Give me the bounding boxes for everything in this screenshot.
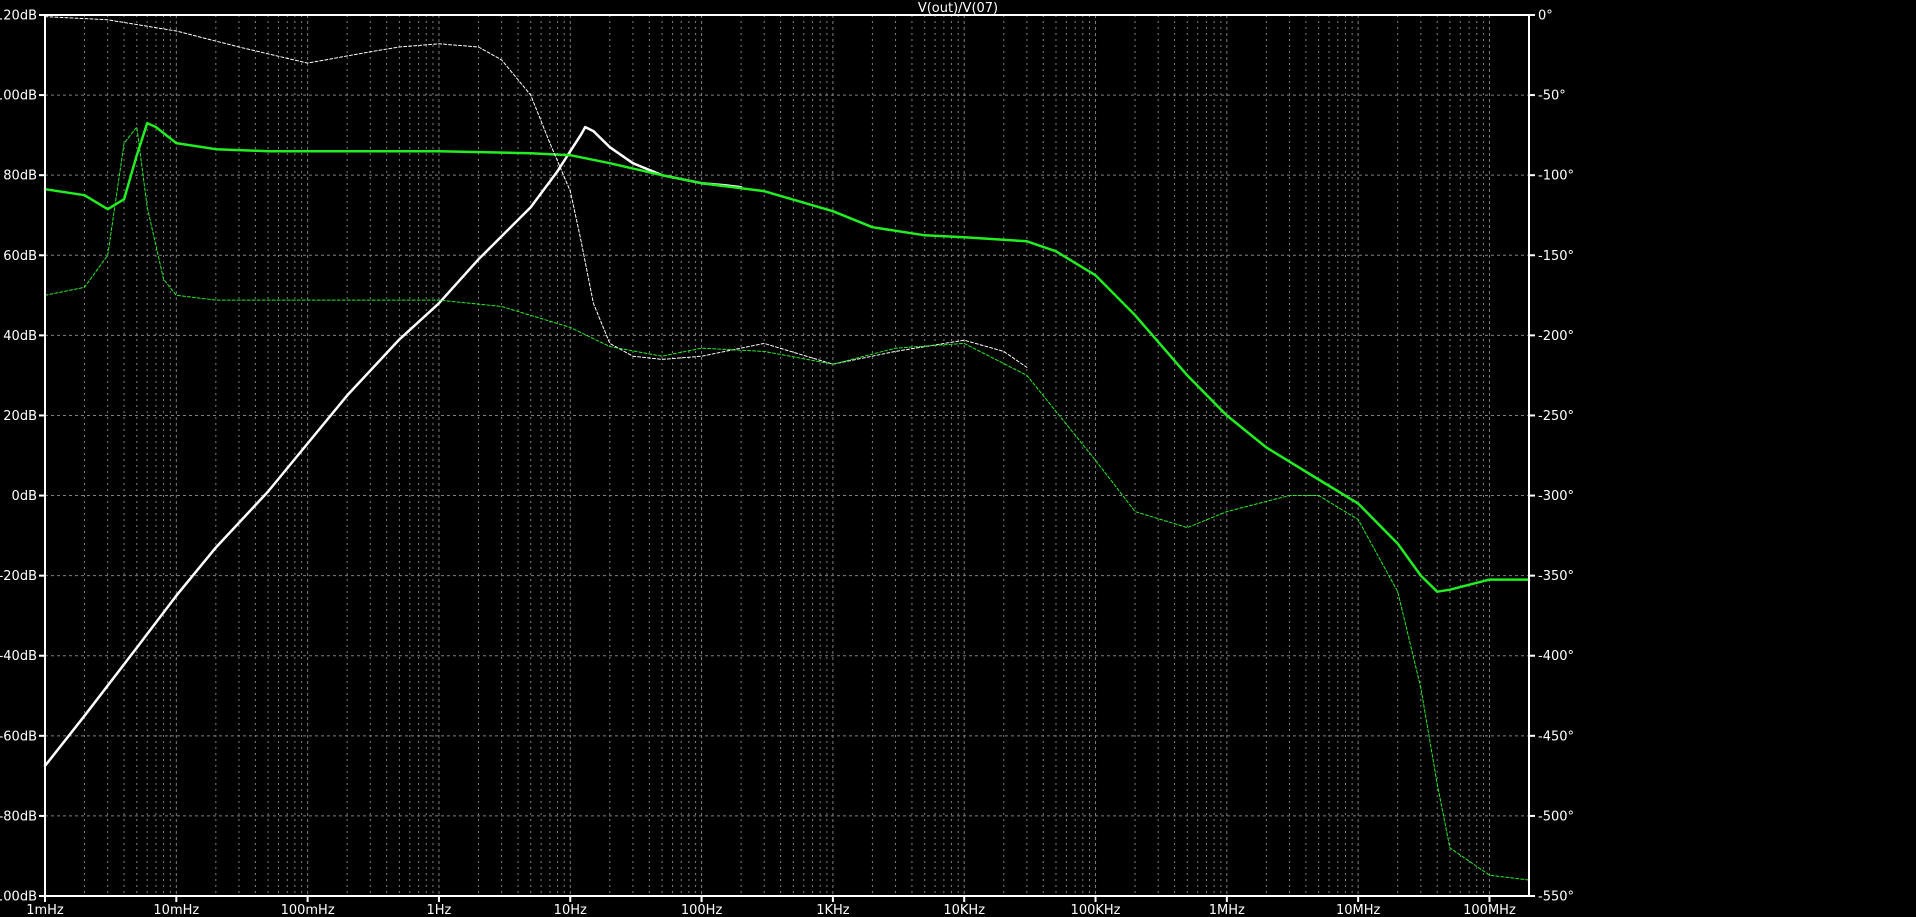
y-right-tick-label: -200°	[1538, 329, 1574, 344]
y-right-tick-label: -450°	[1538, 729, 1574, 744]
x-tick-label: 10mHz	[153, 903, 199, 917]
y-right-tick-label: -400°	[1538, 649, 1574, 664]
y-left-tick-label: 120dB	[0, 9, 37, 24]
y-left-tick-label: -100dB	[0, 890, 37, 905]
y-right-tick-label: 0°	[1538, 9, 1553, 24]
y-left-tick-label: 100dB	[0, 89, 37, 104]
y-left-tick-label: -40dB	[0, 649, 37, 664]
y-left-tick-label: -20dB	[0, 569, 37, 584]
chart-title: V(out)/V(07)	[918, 1, 998, 16]
x-tick-label: 100mHz	[281, 903, 335, 917]
x-tick-label: 100Hz	[681, 903, 723, 917]
y-right-tick-label: -500°	[1538, 809, 1574, 824]
y-right-tick-label: -550°	[1538, 890, 1574, 905]
y-right-tick-label: -300°	[1538, 489, 1574, 504]
x-tick-label: 1mHz	[26, 903, 64, 917]
y-right-tick-label: -150°	[1538, 249, 1574, 264]
y-left-tick-label: 0dB	[12, 489, 37, 504]
y-right-tick-label: -350°	[1538, 569, 1574, 584]
x-tick-label: 100MHz	[1463, 903, 1516, 917]
y-right-tick-label: -100°	[1538, 169, 1574, 184]
y-right-tick-label: -50°	[1538, 89, 1566, 104]
y-left-tick-label: -60dB	[0, 729, 37, 744]
x-tick-label: 1Hz	[427, 903, 452, 917]
plot-background	[0, 0, 1916, 917]
x-tick-label: 10KHz	[943, 903, 985, 917]
x-tick-label: 10MHz	[1336, 903, 1381, 917]
y-right-tick-label: -250°	[1538, 409, 1574, 424]
x-tick-label: 1KHz	[816, 903, 850, 917]
x-tick-label: 10Hz	[554, 903, 587, 917]
x-tick-label: 1MHz	[1209, 903, 1245, 917]
y-left-tick-label: 20dB	[3, 409, 37, 424]
y-left-tick-label: 60dB	[3, 249, 37, 264]
y-left-tick-label: 40dB	[3, 329, 37, 344]
x-tick-label: 100KHz	[1071, 903, 1121, 917]
bode-plot: 1mHz 10mHz 100mHz 1Hz 10Hz 100Hz 1KHz 10KHz 100K…	[0, 0, 1916, 917]
y-left-tick-label: 80dB	[3, 169, 37, 184]
y-left-tick-label: -80dB	[0, 809, 37, 824]
